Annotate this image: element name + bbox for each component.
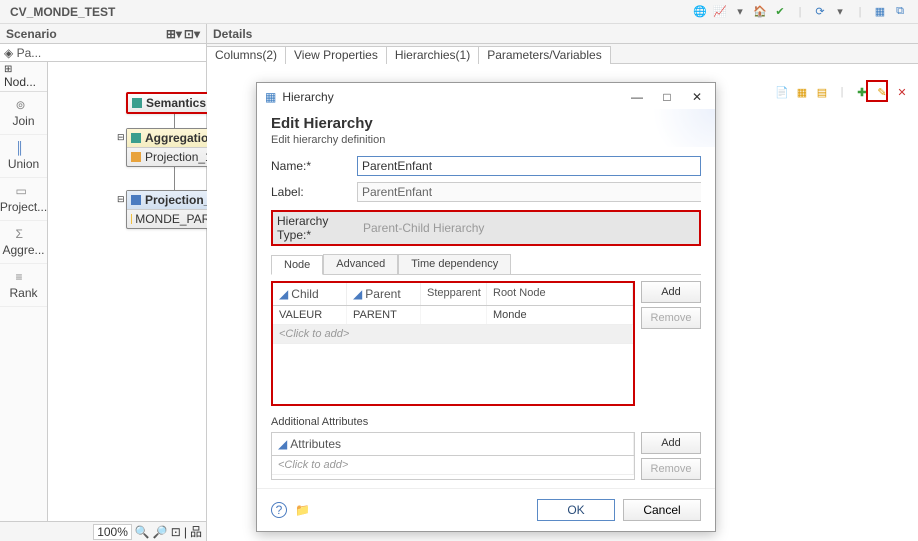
scenario-header: Scenario ⊞▾⊡▾	[0, 24, 206, 44]
highlight-add-button	[866, 80, 888, 102]
semantics-icon	[132, 98, 142, 108]
details-header: Details	[207, 24, 918, 44]
page-title: CV_MONDE_TEST	[10, 5, 115, 19]
separator: |	[852, 4, 868, 20]
tab-view-properties[interactable]: View Properties	[286, 46, 387, 64]
layout-icon[interactable]: ▦	[872, 4, 888, 20]
attr-row-placeholder[interactable]: <Click to add>	[272, 456, 634, 475]
remove-button[interactable]: Remove	[641, 307, 701, 329]
tab-hierarchies[interactable]: Hierarchies(1)	[387, 46, 479, 64]
separator: |	[792, 4, 808, 20]
split-icon[interactable]: ⊞▾	[166, 27, 182, 41]
scenario-footer: 100% 🔍 🔎 ⊡ | 品	[0, 521, 206, 541]
grid-icon[interactable]: ▦	[794, 84, 810, 100]
additional-attributes-label: Additional Attributes	[271, 416, 701, 428]
node-child-label: Projection_1	[145, 150, 212, 164]
zoom-out-icon[interactable]: 🔍	[135, 525, 150, 539]
tab-columns[interactable]: Columns(2)	[207, 46, 286, 64]
col-stepparent: Stepparent	[421, 283, 487, 305]
zoom-value: 100%	[93, 524, 132, 540]
dropdown-icon[interactable]: ▾	[732, 4, 748, 20]
fit-icon[interactable]: ⊡	[171, 525, 181, 539]
refresh-icon[interactable]: ⟳	[812, 4, 828, 20]
minimize-button[interactable]: —	[627, 87, 647, 107]
separator: |	[834, 84, 850, 100]
tab-parameters[interactable]: Parameters/Variables	[479, 46, 611, 64]
tab-pa[interactable]: ◈ Pa...	[4, 46, 41, 60]
help-icon[interactable]: ?	[271, 502, 287, 518]
dialog-title: Hierarchy	[282, 90, 333, 104]
table-row[interactable]: VALEUR PARENT Monde	[273, 306, 633, 325]
col-attributes: Attributes	[290, 437, 341, 451]
chart-icon[interactable]: 📈	[712, 4, 728, 20]
col-child: Child	[291, 287, 318, 301]
subtab-advanced[interactable]: Advanced	[323, 254, 398, 274]
dialog-subtabs: Node Advanced Time dependency	[271, 254, 701, 275]
name-label: Name:*	[271, 159, 357, 173]
check-icon[interactable]: ✔	[772, 4, 788, 20]
copy-icon[interactable]: ⧉	[892, 4, 908, 20]
scenario-header-label: Scenario	[6, 27, 57, 41]
cancel-button[interactable]: Cancel	[623, 499, 701, 521]
tab-nod[interactable]: Nod...	[4, 75, 36, 89]
dropdown-icon[interactable]: ▾	[832, 4, 848, 20]
ok-button[interactable]: OK	[537, 499, 615, 521]
proj-icon	[131, 195, 141, 205]
label-value[interactable]: ParentEnfant	[357, 182, 701, 202]
maximize-button[interactable]: □	[657, 87, 677, 107]
dialog-icon: ▦	[265, 90, 276, 104]
attributes-table[interactable]: ◢ Attributes <Click to add>	[271, 432, 635, 480]
attr-remove-button[interactable]: Remove	[641, 458, 701, 480]
hierarchy-type-label: Hierarchy Type:*	[277, 214, 363, 242]
layout-icon[interactable]: 品	[190, 523, 202, 540]
home-icon[interactable]: 🏠	[752, 4, 768, 20]
details-toolbar: 📄 ▦ ▤ | ✚ ✎ ✕	[774, 84, 910, 100]
agg-icon	[131, 133, 141, 143]
export-icon[interactable]: 📄	[774, 84, 790, 100]
col-parent: Parent	[365, 287, 400, 301]
table-row-placeholder[interactable]: <Click to add>	[273, 325, 633, 344]
grid-icon-2[interactable]: ▤	[814, 84, 830, 100]
hierarchy-type-value[interactable]: Parent-Child Hierarchy	[363, 221, 484, 235]
zoom-in-icon[interactable]: 🔎	[153, 525, 168, 539]
tool-join[interactable]: ⊚Join	[0, 92, 47, 135]
globe-icon[interactable]: 🌐	[692, 4, 708, 20]
node-semantics[interactable]: Semantics	[126, 92, 218, 114]
close-icon[interactable]: ✕	[894, 84, 910, 100]
pipe: |	[184, 525, 187, 539]
tool-rank[interactable]: ≡Rank	[0, 264, 47, 307]
hierarchy-type-highlight: Hierarchy Type:* Parent-Child Hierarchy	[271, 210, 701, 246]
top-toolbar: 🌐 📈 ▾ 🏠 ✔ | ⟳ ▾ | ▦ ⧉	[692, 4, 908, 20]
tool-aggregation[interactable]: ΣAggre...	[0, 221, 47, 264]
subtab-time-dependency[interactable]: Time dependency	[398, 254, 511, 274]
tool-union[interactable]: ║Union	[0, 135, 47, 178]
folder-icon[interactable]: 📁	[295, 503, 310, 517]
name-input[interactable]	[357, 156, 701, 176]
label-label: Label:	[271, 185, 357, 199]
proj-icon	[131, 152, 141, 162]
node-label: Aggregation	[145, 131, 216, 145]
attr-add-button[interactable]: Add	[641, 432, 701, 454]
subtab-node[interactable]: Node	[271, 255, 323, 275]
node-table[interactable]: ◢ Child ◢ Parent Stepparent Root Node VA…	[271, 281, 635, 406]
details-tabs: Columns(2) View Properties Hierarchies(1…	[207, 44, 918, 64]
hierarchy-dialog: ▦Hierarchy — □ ✕ Edit Hierarchy Edit hie…	[256, 82, 716, 532]
node-label: Semantics	[146, 96, 206, 110]
tool-projection[interactable]: ▭Project...	[0, 178, 47, 221]
scenario-canvas[interactable]: Semantics ⊟Aggregation Projection_1 ⊟Pro…	[48, 62, 206, 521]
add-button[interactable]: Add	[641, 281, 701, 303]
close-button[interactable]: ✕	[687, 87, 707, 107]
expand-icon[interactable]: ⊡▾	[184, 27, 200, 41]
col-rootnode: Root Node	[487, 283, 633, 305]
